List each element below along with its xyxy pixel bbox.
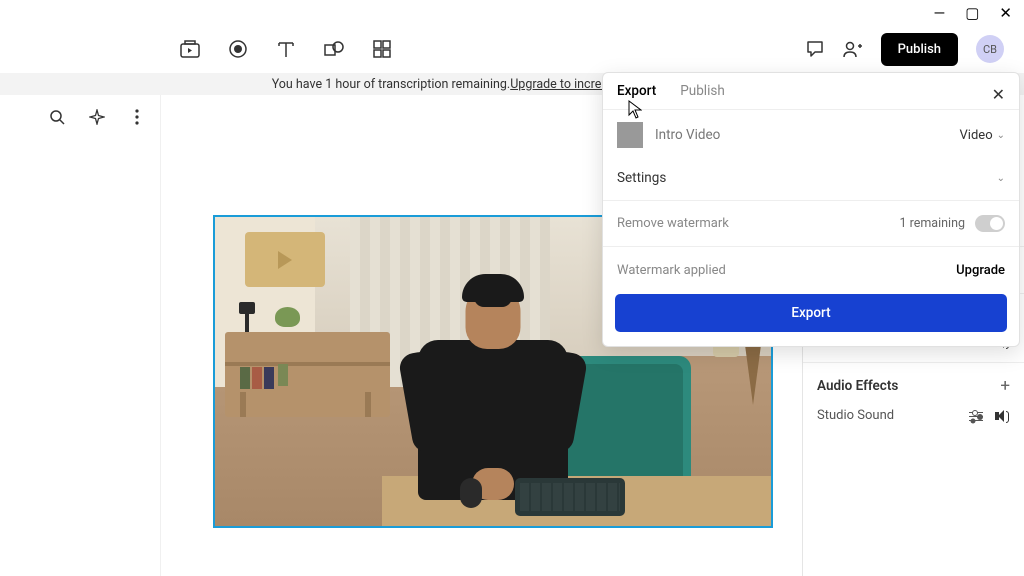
center-tools <box>180 39 392 59</box>
tab-publish[interactable]: Publish <box>680 83 725 99</box>
window-maximize[interactable]: ▢ <box>965 6 979 21</box>
speaker-icon[interactable] <box>995 410 1010 422</box>
export-type-select[interactable]: Video ⌄ <box>960 128 1005 143</box>
record-icon[interactable] <box>228 39 248 59</box>
remove-watermark-label: Remove watermark <box>617 216 729 231</box>
video-info-row: Intro Video Video ⌄ <box>603 110 1019 160</box>
video-name: Intro Video <box>655 127 948 143</box>
chevron-down-icon: ⌄ <box>997 130 1005 141</box>
watermark-row: Remove watermark 1 remaining <box>603 201 1019 247</box>
add-user-icon[interactable] <box>843 39 863 59</box>
chevron-down-icon: ⌄ <box>997 173 1005 184</box>
audio-effects-section: Audio Effects + Studio Sound <box>803 363 1024 436</box>
video-thumbnail-small <box>617 122 643 148</box>
audio-effects-label: Audio Effects <box>817 378 898 394</box>
modal-tabs: Export Publish ✕ <box>603 73 1019 110</box>
tab-export[interactable]: Export <box>617 83 656 99</box>
templates-icon[interactable] <box>372 39 392 59</box>
export-modal: Export Publish ✕ Intro Video Video ⌄ Set… <box>602 72 1020 347</box>
window-close[interactable]: ✕ <box>999 6 1012 21</box>
settings-row[interactable]: Settings ⌄ <box>603 160 1019 201</box>
export-button[interactable]: Export <box>615 294 1007 332</box>
settings-label: Settings <box>617 170 666 186</box>
window-minimize[interactable]: — <box>934 6 946 21</box>
studio-sound-label: Studio Sound <box>817 408 894 423</box>
sparkle-icon[interactable] <box>88 108 106 126</box>
sliders-icon[interactable] <box>969 410 983 422</box>
publish-button[interactable]: Publish <box>881 33 958 66</box>
left-mini-toolbar <box>48 108 146 126</box>
add-audio-effect-icon[interactable]: + <box>1000 376 1010 396</box>
media-icon[interactable] <box>180 39 200 59</box>
watermark-applied-label: Watermark applied <box>617 263 726 278</box>
watermark-applied-row: Watermark applied Upgrade <box>603 247 1019 288</box>
upgrade-link[interactable]: Upgrade <box>956 263 1005 278</box>
top-toolbar: Publish CB <box>0 33 1024 65</box>
shapes-icon[interactable] <box>324 39 344 59</box>
close-icon[interactable]: ✕ <box>992 85 1005 104</box>
text-icon[interactable] <box>276 39 296 59</box>
notification-text: You have 1 hour of transcription remaini… <box>272 77 511 92</box>
comment-icon[interactable] <box>805 39 825 59</box>
watermark-remaining: 1 remaining <box>899 216 965 231</box>
watermark-toggle[interactable] <box>975 215 1005 232</box>
right-tools: Publish CB <box>805 33 1004 66</box>
search-icon[interactable] <box>48 108 66 126</box>
avatar[interactable]: CB <box>976 35 1004 63</box>
more-icon[interactable] <box>128 108 146 126</box>
